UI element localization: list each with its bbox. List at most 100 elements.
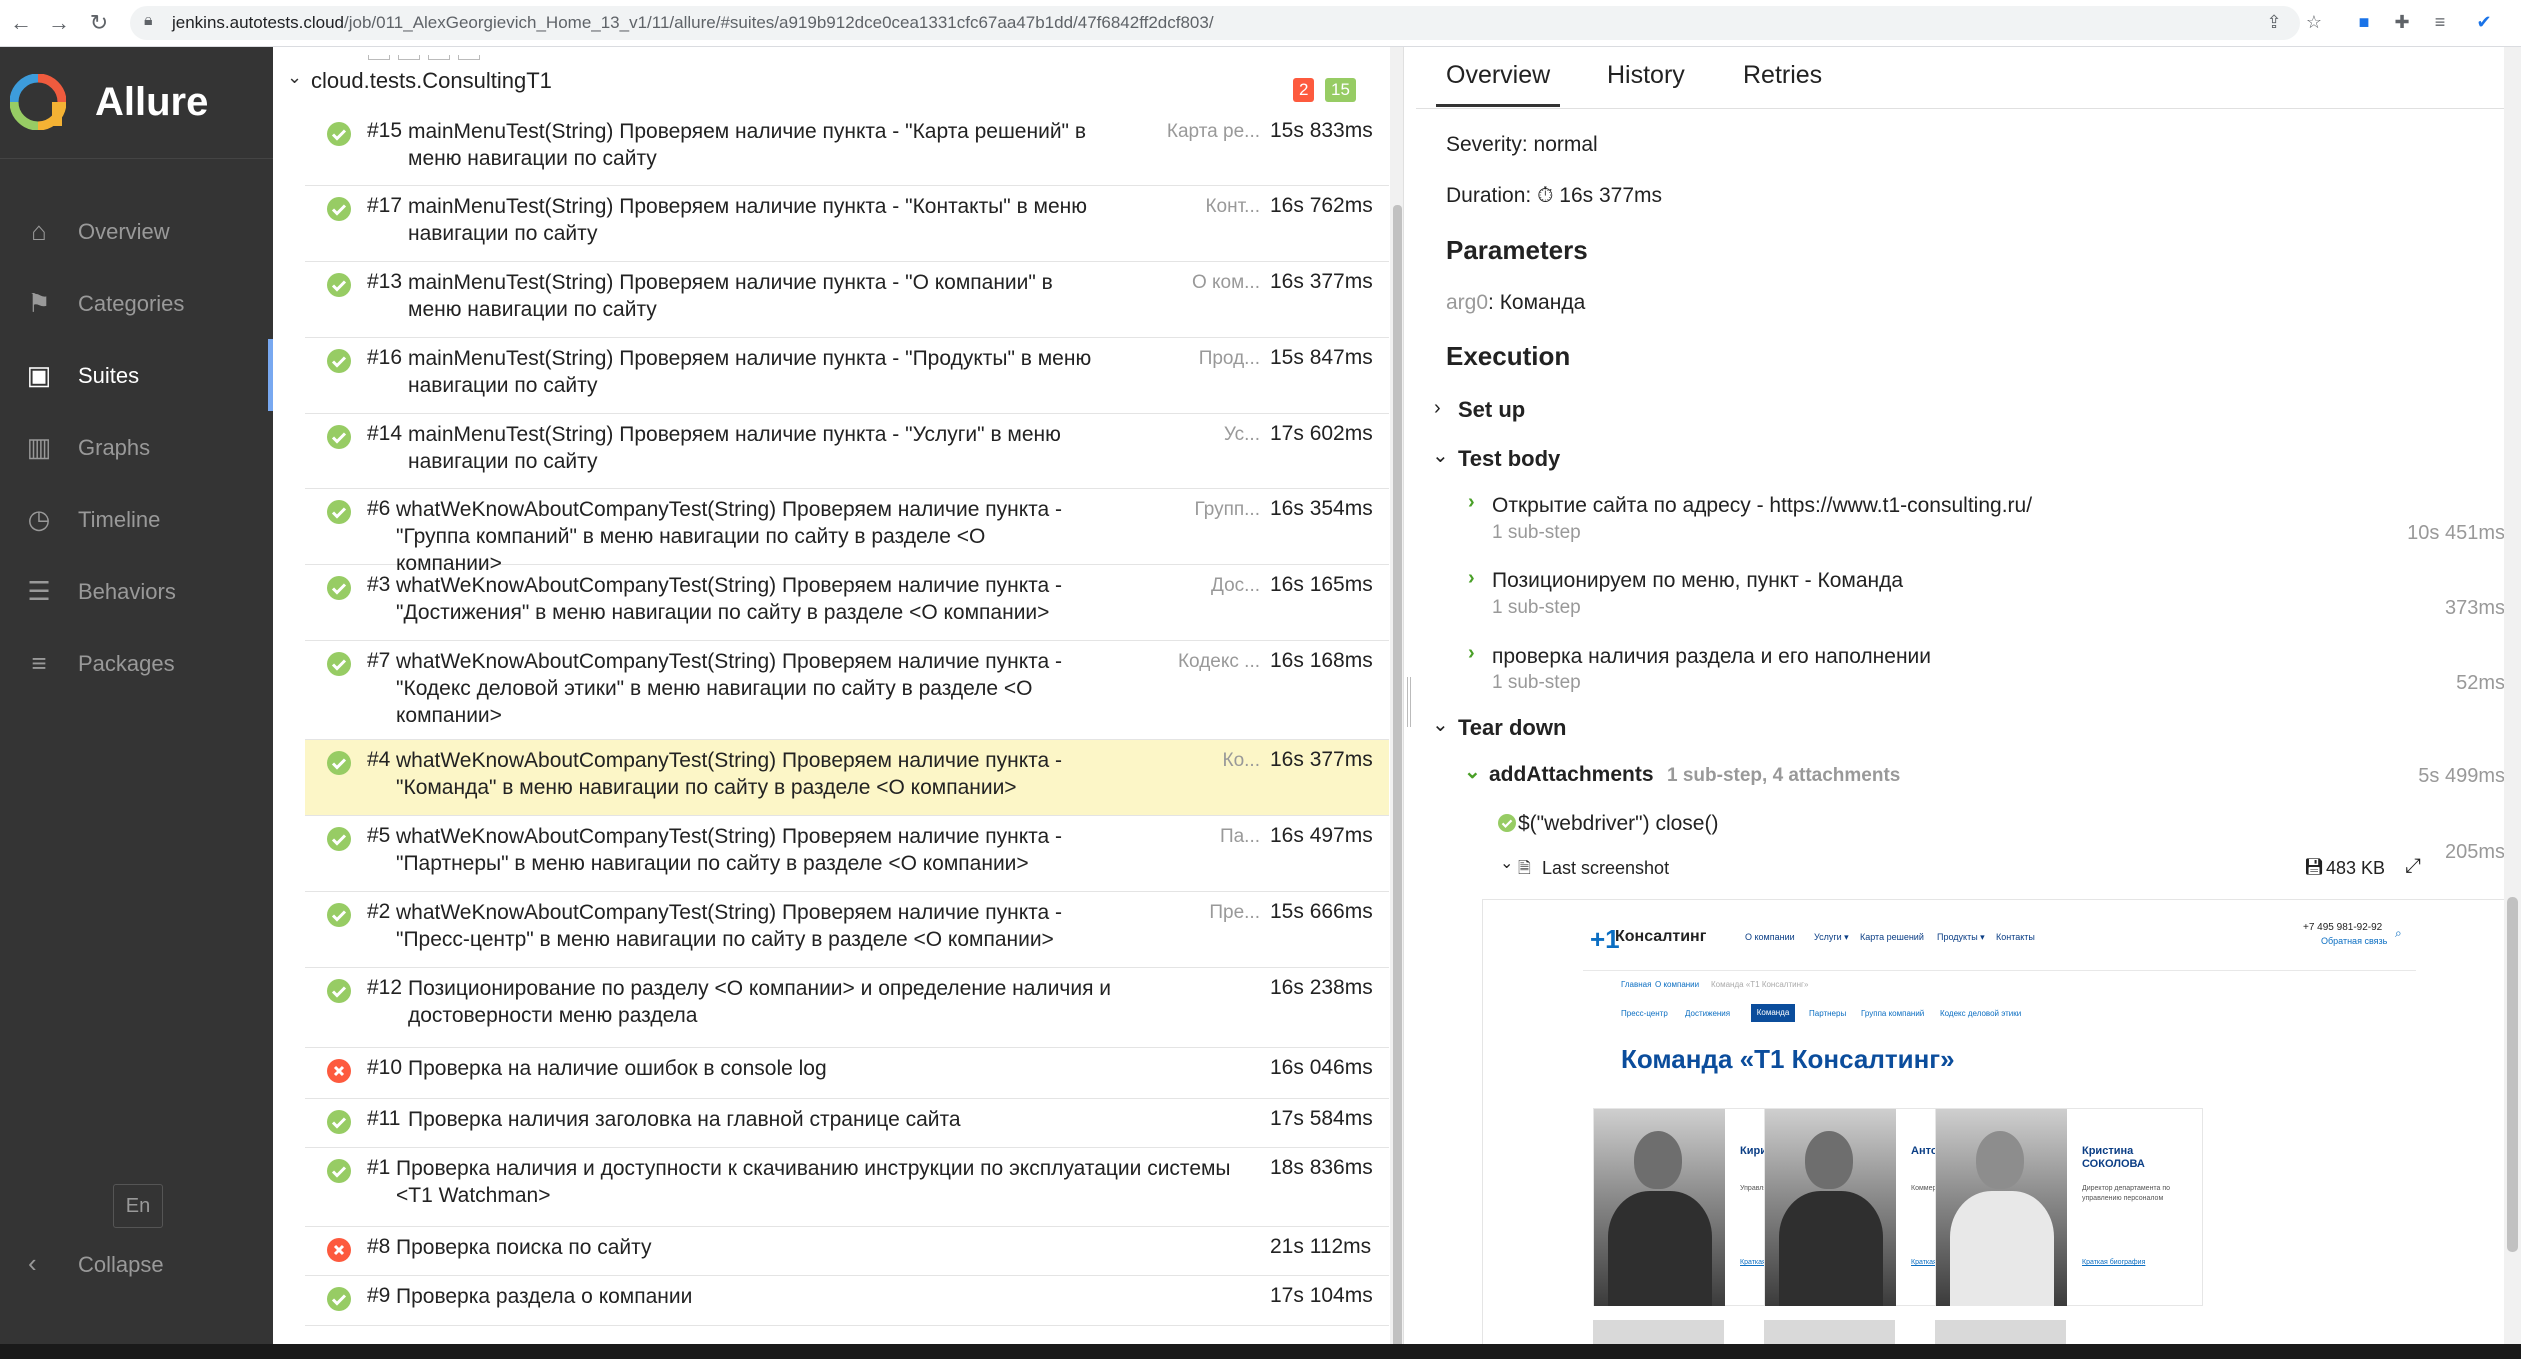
- sidebar-item-behaviors[interactable]: ☰ Behaviors: [0, 555, 273, 627]
- collapse-label: Collapse: [78, 1252, 164, 1277]
- test-row[interactable]: #3 whatWeKnowAboutCompanyTest(String) Про…: [305, 565, 1389, 641]
- sidebar-item-label: Overview: [78, 219, 170, 244]
- chevron-right-icon[interactable]: ›: [1468, 567, 1475, 590]
- teardown-section[interactable]: Tear down: [1458, 715, 1566, 741]
- tab-overview[interactable]: Overview: [1435, 61, 1561, 107]
- test-row[interactable]: #1 Проверка наличия и доступности к скачи…: [305, 1148, 1389, 1227]
- language-button[interactable]: En: [113, 1184, 163, 1228]
- test-row[interactable]: #16 mainMenuTest(String) Проверяем наличи…: [305, 338, 1389, 414]
- adblock-extension-icon[interactable]: ■: [2352, 10, 2376, 34]
- test-row[interactable]: #4 whatWeKnowAboutCompanyTest(String) Про…: [305, 740, 1389, 816]
- sidebar-item-suites[interactable]: ▣ Suites: [0, 339, 273, 411]
- test-name: Позиционирование по разделу <О компании>…: [408, 977, 1112, 1027]
- check-circle-icon: [327, 122, 351, 146]
- test-row[interactable]: #13 mainMenuTest(String) Проверяем наличи…: [305, 262, 1389, 338]
- chevron-down-icon[interactable]: ⌄: [1432, 443, 1449, 468]
- bookmark-star-icon[interactable]: ☆: [2302, 10, 2326, 34]
- forward-icon[interactable]: →: [44, 8, 74, 38]
- person-photo: [1935, 1320, 2066, 1344]
- pane-resizer[interactable]: [1403, 47, 1415, 1344]
- check-circle-icon: [1498, 814, 1516, 832]
- detail-scrollbar[interactable]: [2504, 47, 2521, 1344]
- chevron-down-icon[interactable]: ⌄: [1500, 853, 1513, 873]
- test-name: mainMenuTest(String) Проверяем наличие п…: [408, 120, 1086, 170]
- site-nav-item: Услуги ▾: [1814, 932, 1849, 942]
- site-subnav-item: Группа компаний: [1861, 1009, 1925, 1018]
- sidebar-item-label: Suites: [78, 363, 140, 388]
- sidebar-item-overview[interactable]: ⌂ Overview: [0, 195, 273, 267]
- test-row[interactable]: #9 Проверка раздела о компании 17s 104ms: [305, 1276, 1389, 1326]
- sidebar-item-graphs[interactable]: ▥ Graphs: [0, 411, 273, 483]
- site-breadcrumb: О компании: [1655, 980, 1700, 989]
- suite-group-header[interactable]: ⌄ cloud.tests.ConsultingT1 2 15: [273, 59, 1389, 102]
- sidebar-item-timeline[interactable]: ◷ Timeline: [0, 483, 273, 555]
- chevron-down-icon[interactable]: ⌄: [1432, 712, 1449, 737]
- share-icon[interactable]: ⇪: [2262, 10, 2286, 34]
- passed-count-badge: 15: [1325, 78, 1356, 102]
- chevron-right-icon[interactable]: ›: [1468, 491, 1475, 514]
- tab-history[interactable]: History: [1607, 61, 1685, 90]
- add-attachments-meta: 1 sub-step, 4 attachments: [1667, 765, 1901, 786]
- sidebar-item-packages[interactable]: ≡ Packages: [0, 627, 273, 699]
- test-number: #1: [367, 1156, 391, 1179]
- setup-section[interactable]: Set up: [1458, 397, 1525, 423]
- test-row[interactable]: #14 mainMenuTest(String) Проверяем наличи…: [305, 414, 1389, 489]
- test-name: whatWeKnowAboutCompanyTest(String) Прове…: [396, 901, 1063, 951]
- collapse-button[interactable]: ‹ Collapse: [22, 1244, 262, 1284]
- test-row[interactable]: #17 mainMenuTest(String) Проверяем наличи…: [305, 186, 1389, 262]
- step-duration: 10s 451ms: [2407, 522, 2505, 544]
- test-number: #5: [367, 824, 391, 847]
- extension-check-icon[interactable]: ✔: [2472, 10, 2496, 34]
- sidebar-item-label: Graphs: [78, 435, 151, 460]
- back-icon[interactable]: ←: [6, 8, 36, 38]
- test-row[interactable]: #5 whatWeKnowAboutCompanyTest(String) Про…: [305, 816, 1389, 892]
- chevron-down-icon[interactable]: ⌄: [1464, 759, 1481, 784]
- check-circle-icon: [327, 1110, 351, 1134]
- test-parameter: Ус...: [1223, 424, 1260, 445]
- browser-toolbar: ← → ↻ 🔒︎ jenkins.autotests.cloud/job/011…: [0, 0, 2521, 47]
- sidebar-item-categories[interactable]: ⚑ Categories: [0, 267, 273, 339]
- step-title[interactable]: Позиционируем по меню, пункт - Команда: [1492, 569, 1903, 593]
- address-bar[interactable]: 🔒︎ jenkins.autotests.cloud/job/011_AlexG…: [130, 6, 2300, 40]
- close-step-title[interactable]: $("webdriver") close(): [1518, 812, 1718, 836]
- test-row[interactable]: #6 whatWeKnowAboutCompanyTest(String) Про…: [305, 489, 1389, 575]
- person-photo: [1594, 1109, 1725, 1306]
- reading-list-icon[interactable]: ≡: [2428, 10, 2452, 34]
- extensions-puzzle-icon[interactable]: ✚: [2390, 10, 2414, 34]
- chevron-right-icon[interactable]: ›: [1468, 642, 1475, 665]
- add-attachments-step[interactable]: addAttachments: [1489, 763, 1654, 787]
- test-parameter: Па...: [1219, 826, 1260, 847]
- attachment-size: 483 KB: [2326, 858, 2386, 878]
- test-body-section[interactable]: Test body: [1458, 446, 1560, 472]
- chevron-right-icon[interactable]: ›: [1434, 397, 1441, 420]
- test-number: #9: [367, 1284, 391, 1307]
- scrollbar-thumb[interactable]: [1393, 205, 1402, 1359]
- test-row[interactable]: #12 Позиционирование по разделу <О компан…: [305, 968, 1389, 1048]
- save-icon[interactable]: 💾︎: [2304, 857, 2324, 877]
- test-number: #13: [367, 270, 403, 293]
- attachment-name[interactable]: Last screenshot: [1542, 858, 1669, 879]
- test-duration: 21s 112ms: [1270, 1235, 1372, 1258]
- expand-icon[interactable]: ⤢: [2405, 855, 2421, 878]
- parameters-heading: Parameters: [1446, 235, 1588, 265]
- test-row[interactable]: #15 mainMenuTest(String) Проверяем наличи…: [305, 111, 1389, 186]
- step-title[interactable]: проверка наличия раздела и его наполнени…: [1492, 645, 1931, 669]
- test-duration: 15s 833ms: [1270, 119, 1373, 142]
- test-number: #15: [367, 119, 403, 142]
- tab-retries[interactable]: Retries: [1743, 61, 1822, 90]
- check-circle-icon: [327, 903, 351, 927]
- scrollbar-thumb[interactable]: [2507, 897, 2518, 1252]
- screenshot-preview[interactable]: +1 Консалтинг О компании Услуги ▾ Карта …: [1482, 899, 2521, 1344]
- check-circle-icon: [327, 273, 351, 297]
- test-row[interactable]: #11 Проверка наличия заголовка на главной…: [305, 1099, 1389, 1148]
- test-row[interactable]: #8 Проверка поиска по сайту 21s 112ms: [305, 1227, 1389, 1276]
- step-title[interactable]: Открытие сайта по адресу - https://www.t…: [1492, 494, 2032, 518]
- test-number: #14: [367, 422, 403, 445]
- person-photo: [1764, 1320, 1895, 1344]
- test-row[interactable]: #7 whatWeKnowAboutCompanyTest(String) Про…: [305, 641, 1389, 740]
- site-breadcrumb: Команда «Т1 Консалтинг»: [1711, 980, 1809, 989]
- test-row[interactable]: #10 Проверка на наличие ошибок в console …: [305, 1048, 1389, 1099]
- reload-icon[interactable]: ↻: [84, 8, 114, 38]
- test-row[interactable]: #2 whatWeKnowAboutCompanyTest(String) Про…: [305, 892, 1389, 968]
- site-nav-item: О компании: [1745, 932, 1795, 942]
